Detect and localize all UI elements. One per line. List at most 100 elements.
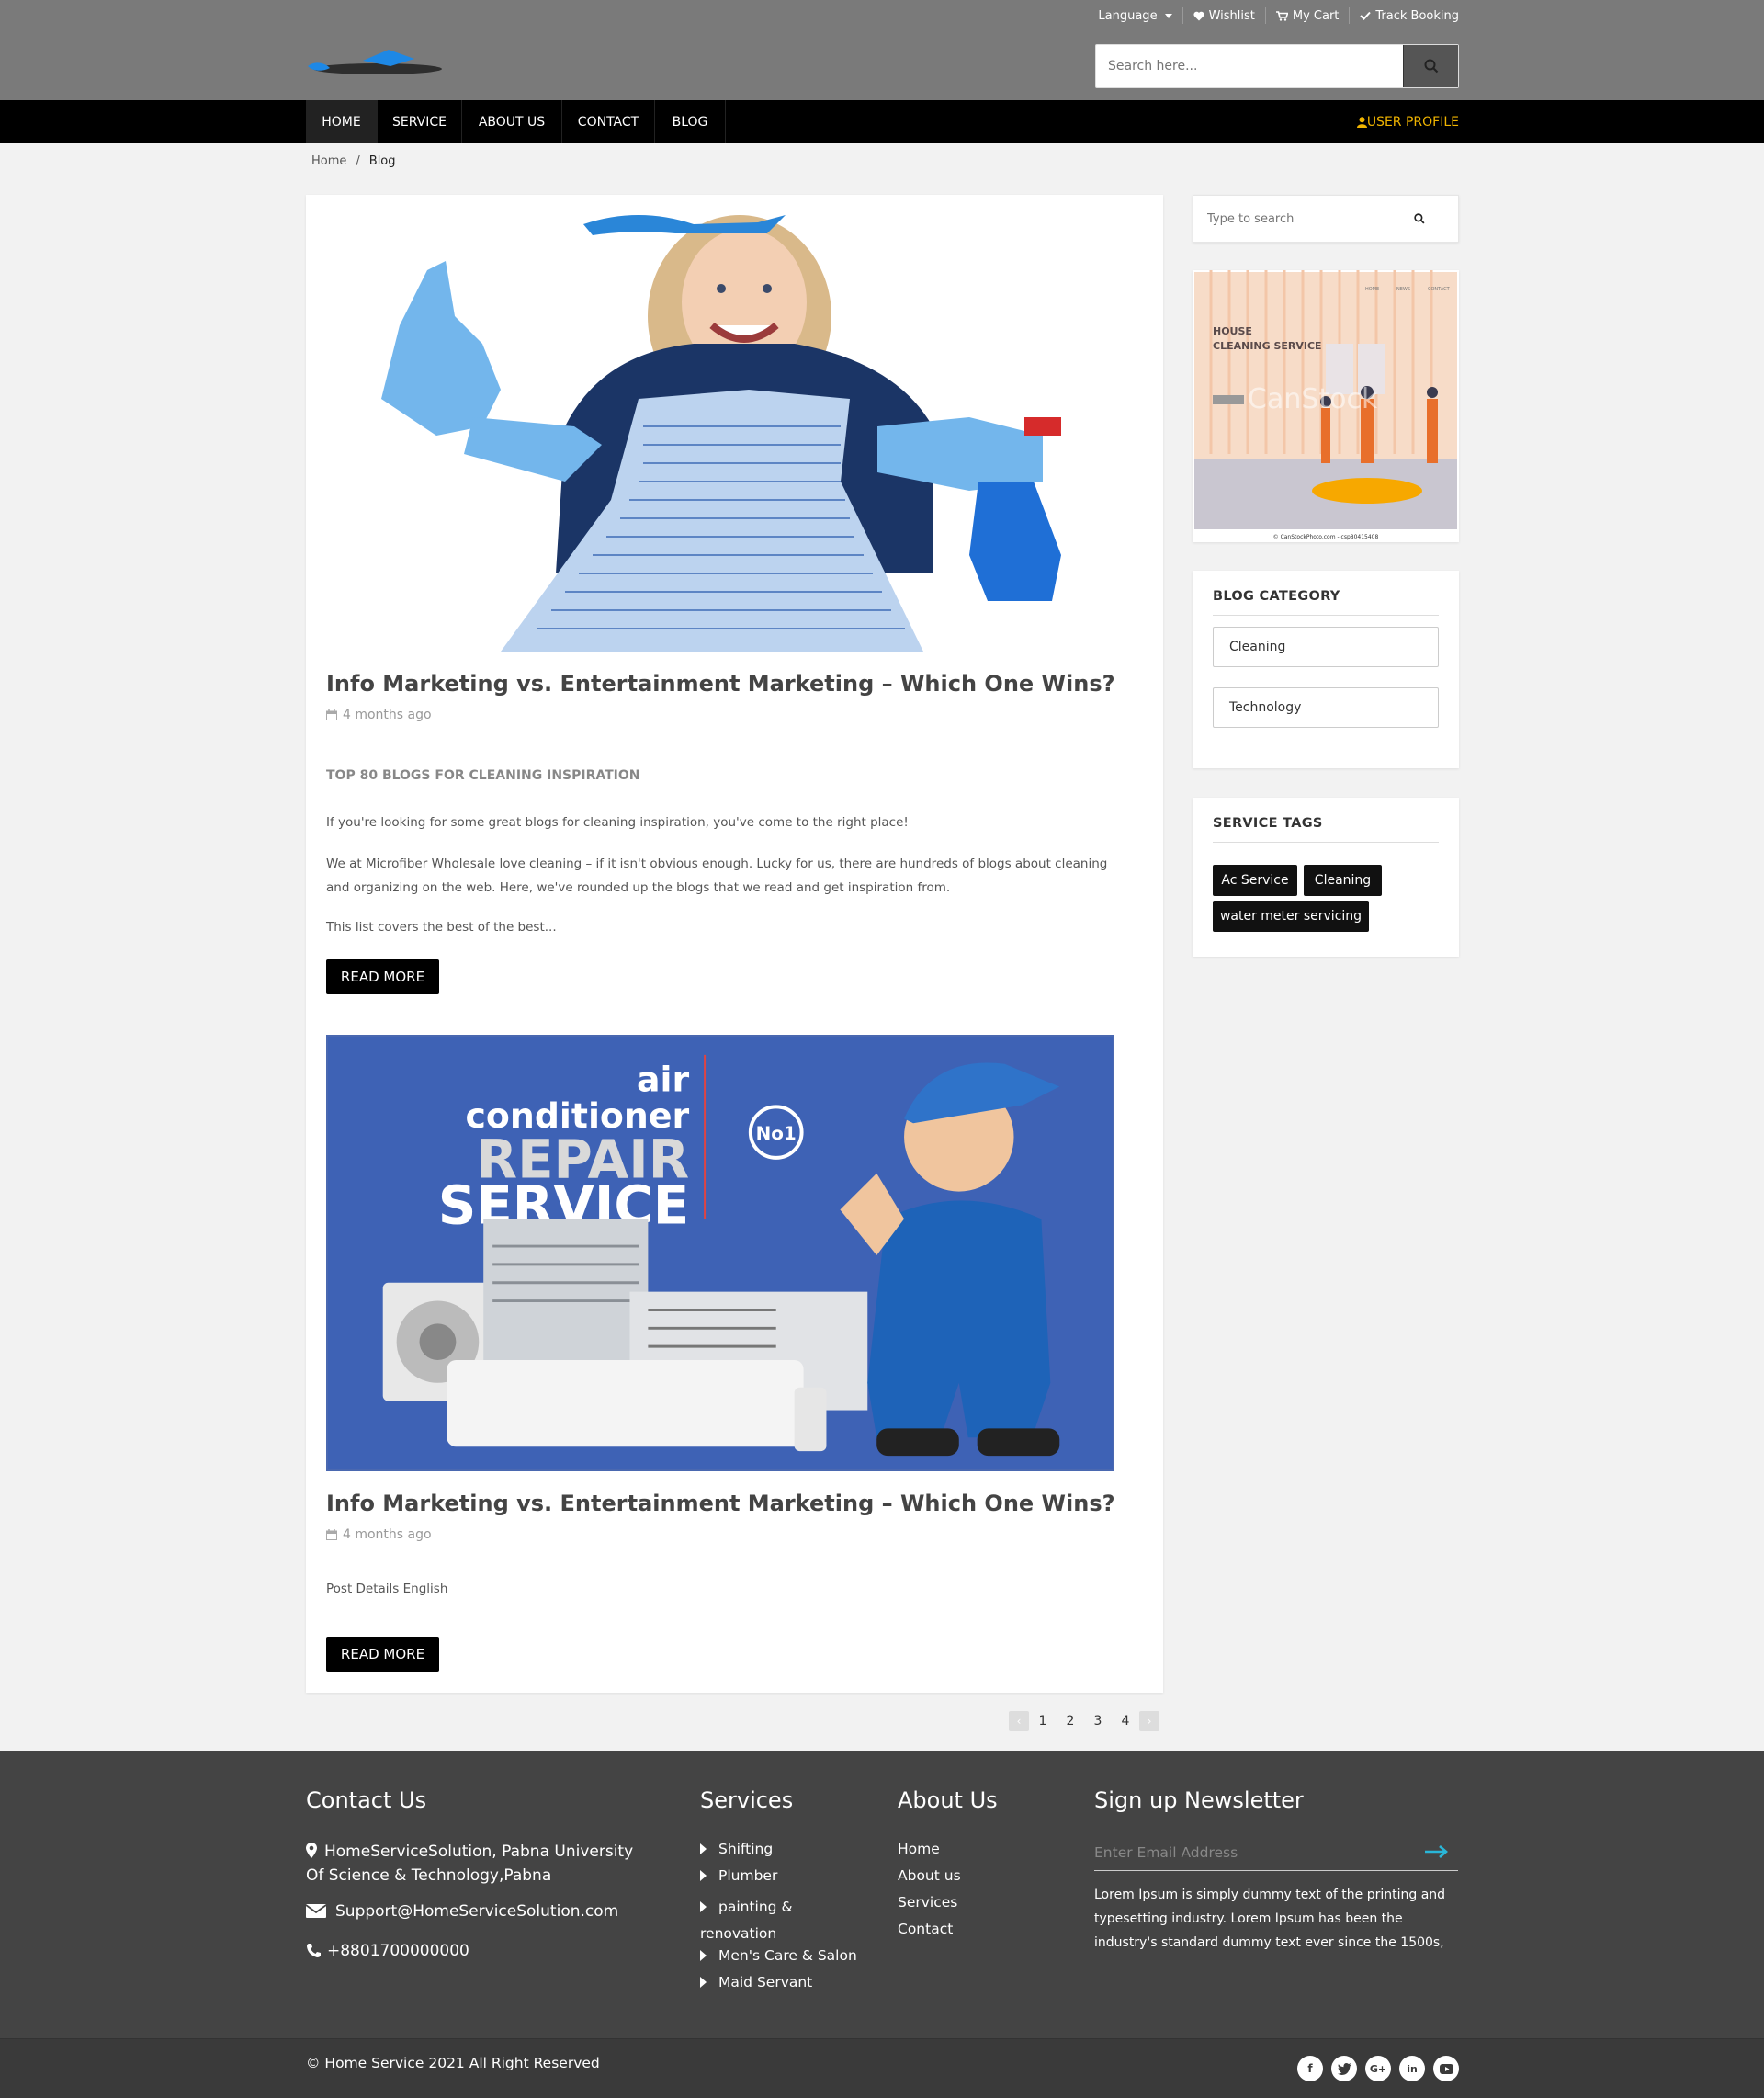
pagination-page[interactable]: 1: [1029, 1714, 1057, 1729]
pagination-prev[interactable]: ‹: [1009, 1711, 1029, 1731]
google-plus-icon[interactable]: G+: [1365, 2056, 1391, 2081]
calendar-icon: [326, 709, 337, 720]
footer-service-link[interactable]: painting & renovation: [700, 1894, 847, 1947]
ad-nav-contact: CONTACT: [1428, 287, 1451, 292]
nav-about-us[interactable]: ABOUT US: [462, 100, 562, 143]
pagination: ‹ 1 2 3 4 ›: [1009, 1711, 1159, 1731]
post-subtitle: TOP 80 BLOGS FOR CLEANING INSPIRATION: [326, 768, 640, 783]
facebook-icon[interactable]: f: [1297, 2056, 1323, 2081]
footer-email[interactable]: Support@HomeServiceSolution.com: [305, 1902, 618, 1921]
footer-service-link[interactable]: Plumber: [700, 1867, 777, 1884]
nav-contact[interactable]: CONTACT: [562, 100, 655, 143]
footer-service-link[interactable]: Maid Servant: [700, 1974, 812, 1990]
nav-blog-label: BLOG: [672, 114, 708, 130]
ad-nav-news: NEWS: [1396, 287, 1410, 292]
envelope-icon: [305, 1904, 327, 1918]
service-tag[interactable]: Ac Service: [1213, 865, 1297, 896]
language-selector[interactable]: Language: [1088, 7, 1183, 24]
footer-about-link[interactable]: Contact: [898, 1921, 953, 1937]
sidebar-search-input[interactable]: [1193, 200, 1405, 237]
breadcrumb-separator: /: [356, 154, 360, 168]
breadcrumb: Home / Blog: [311, 154, 396, 168]
search-icon[interactable]: [1414, 213, 1425, 224]
nav-contact-label: CONTACT: [577, 114, 639, 130]
caret-right-icon: [700, 1869, 707, 1881]
pagination-page[interactable]: 3: [1084, 1714, 1112, 1729]
google-plus-glyph: G+: [1369, 2062, 1387, 2075]
category-item[interactable]: Technology: [1213, 687, 1439, 728]
search-button[interactable]: [1403, 45, 1458, 87]
ad-watermark: CanStock: [1248, 383, 1378, 415]
caret-right-icon: [700, 1843, 707, 1854]
service-tags-title: SERVICE TAGS: [1213, 816, 1323, 831]
footer-contact-title: Contact Us: [306, 1787, 427, 1813]
footer-service-label: Plumber: [718, 1867, 778, 1884]
nav-service[interactable]: SERVICE: [378, 100, 462, 143]
user-profile-link[interactable]: USER PROFILE: [1351, 100, 1459, 143]
blog-category-widget: BLOG CATEGORY Cleaning Technology: [1193, 571, 1459, 768]
blog-category-title: BLOG CATEGORY: [1213, 589, 1340, 604]
banner-no1-badge: No1: [756, 1123, 797, 1144]
read-more-button[interactable]: READ MORE: [326, 1637, 439, 1672]
search-icon: [1424, 59, 1438, 74]
nav-home-label: HOME: [322, 114, 361, 130]
ad-credit: © CanStockPhoto.com - csp80415408: [1273, 534, 1379, 540]
wishlist-label: Wishlist: [1208, 8, 1255, 23]
sidebar-search: [1193, 195, 1459, 243]
twitter-icon[interactable]: [1331, 2056, 1357, 2081]
service-tag[interactable]: water meter servicing: [1213, 901, 1369, 932]
post-date-text: 4 months ago: [343, 1527, 432, 1542]
category-item[interactable]: Cleaning: [1213, 627, 1439, 667]
nav-about-label: ABOUT US: [478, 114, 546, 130]
footer-address-text: HomeServiceSolution, Pabna University Of…: [306, 1843, 634, 1885]
read-more-button[interactable]: READ MORE: [326, 959, 439, 994]
youtube-icon[interactable]: [1433, 2056, 1459, 2081]
track-booking-link[interactable]: Track Booking: [1350, 7, 1459, 24]
wishlist-link[interactable]: Wishlist: [1183, 7, 1266, 24]
breadcrumb-home[interactable]: Home: [311, 154, 346, 168]
user-profile-label: USER PROFILE: [1366, 114, 1459, 130]
newsletter-field: [1094, 1836, 1458, 1871]
site-logo[interactable]: [306, 46, 446, 79]
footer-service-link[interactable]: Men's Care & Salon: [700, 1947, 857, 1964]
footer-phone[interactable]: +8801700000000: [306, 1942, 469, 1960]
top-header: Language Wishlist My Cart Track Booking: [0, 0, 1764, 100]
search-input[interactable]: [1096, 45, 1399, 87]
post-paragraph: If you're looking for some great blogs f…: [326, 815, 909, 830]
footer-about-title: About Us: [898, 1787, 998, 1813]
footer-service-link[interactable]: Shifting: [700, 1841, 773, 1857]
sidebar-ad-banner[interactable]: HOUSE CLEANING SERVICE HOME NEWS CONTACT…: [1193, 270, 1459, 542]
footer-address: HomeServiceSolution, Pabna University Of…: [306, 1840, 655, 1888]
post-title[interactable]: Info Marketing vs. Entertainment Marketi…: [326, 1491, 1115, 1516]
service-tag[interactable]: Cleaning: [1304, 865, 1382, 896]
footer-phone-text: +8801700000000: [327, 1942, 469, 1960]
post-title[interactable]: Info Marketing vs. Entertainment Marketi…: [326, 671, 1115, 697]
nav-blog[interactable]: BLOG: [655, 100, 726, 143]
language-label: Language: [1098, 8, 1158, 23]
footer-about-link[interactable]: Services: [898, 1894, 957, 1911]
pagination-next[interactable]: ›: [1139, 1711, 1159, 1731]
arrow-right-icon[interactable]: [1425, 1845, 1449, 1858]
check-icon: [1360, 11, 1372, 20]
top-links: Language Wishlist My Cart Track Booking: [1098, 7, 1459, 24]
twitter-bird-glyph: [1337, 2062, 1351, 2075]
cart-link[interactable]: My Cart: [1266, 7, 1351, 24]
post-image-cleaning-woman[interactable]: [326, 206, 1116, 652]
pagination-page[interactable]: 2: [1057, 1714, 1084, 1729]
footer-about-link[interactable]: About us: [898, 1867, 961, 1884]
footer-about-link[interactable]: Home: [898, 1841, 940, 1857]
newsletter-email-input[interactable]: [1094, 1836, 1407, 1869]
pagination-page[interactable]: 4: [1112, 1714, 1139, 1729]
post-image-ac-repair[interactable]: air conditioner REPAIR SERVICE No1: [326, 1035, 1114, 1471]
caret-right-icon: [700, 1976, 707, 1988]
footer-service-label: Maid Servant: [718, 1974, 813, 1990]
user-icon: [1356, 116, 1367, 128]
post-paragraph: This list covers the best of the best...: [326, 920, 557, 935]
caret-right-icon: [700, 1949, 707, 1961]
nav-service-label: SERVICE: [391, 114, 447, 130]
linkedin-icon[interactable]: in: [1399, 2056, 1425, 2081]
footer: [0, 1751, 1764, 2038]
footer-bottom-bar: [0, 2038, 1764, 2098]
nav-home[interactable]: HOME: [306, 100, 378, 143]
post-date-text: 4 months ago: [343, 708, 432, 722]
